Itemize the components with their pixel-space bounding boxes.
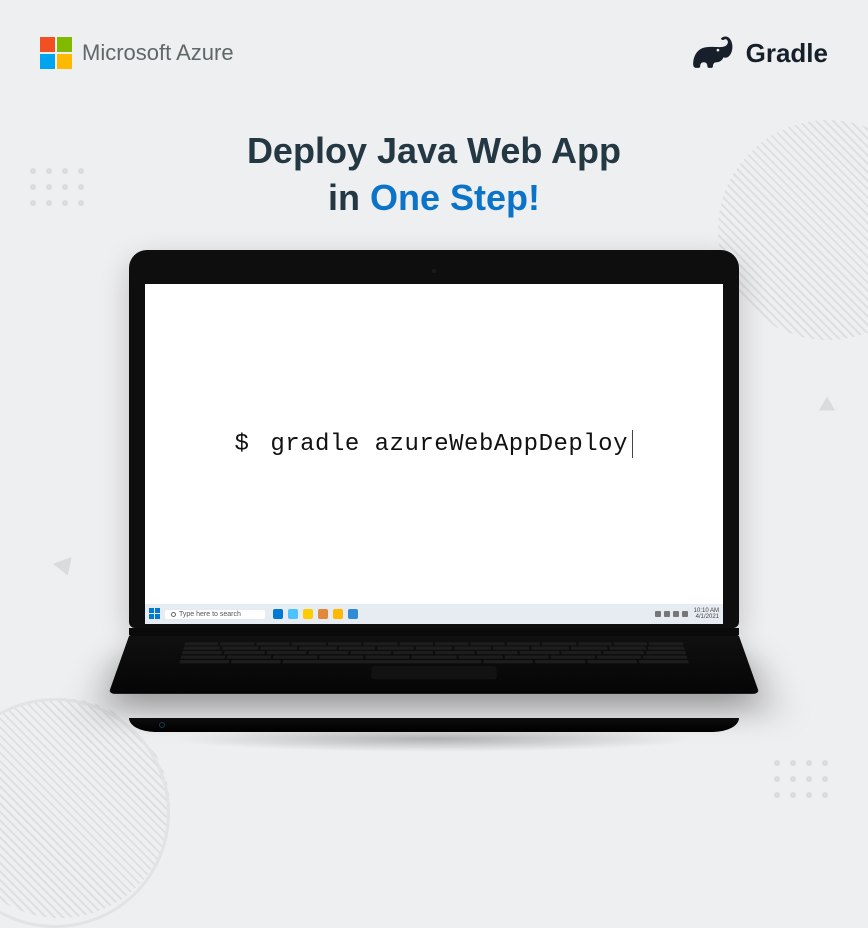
decorative-triangle-left xyxy=(53,557,77,579)
taskbar-search[interactable]: Type here to search xyxy=(165,610,265,619)
microsoft-icon xyxy=(40,37,72,69)
laptop-illustration: $ gradle azureWebAppDeploy Type here to … xyxy=(129,250,739,756)
decorative-triangle-right xyxy=(815,397,835,418)
search-placeholder: Type here to search xyxy=(179,611,241,618)
taskbar-clock[interactable]: 10:10 AM 4/1/2021 xyxy=(694,608,719,620)
decorative-dots-bottom-right xyxy=(774,760,828,798)
microsoft-azure-logo: Microsoft Azure xyxy=(40,37,234,69)
taskbar-app-icon[interactable] xyxy=(318,609,328,619)
gradle-logo: Gradle xyxy=(690,36,828,70)
laptop-screen: $ gradle azureWebAppDeploy Type here to … xyxy=(145,284,723,624)
taskbar-tray: 10:10 AM 4/1/2021 xyxy=(655,608,719,620)
heading-line-2: in One Step! xyxy=(0,175,868,222)
terminal-window: $ gradle azureWebAppDeploy xyxy=(145,284,723,604)
azure-label: Microsoft Azure xyxy=(82,40,234,66)
terminal-prompt: $ xyxy=(235,431,250,458)
laptop-camera xyxy=(145,268,723,274)
start-button[interactable] xyxy=(149,608,161,620)
terminal-cursor-icon xyxy=(632,430,634,458)
laptop-lid: $ gradle azureWebAppDeploy Type here to … xyxy=(129,250,739,628)
taskbar-pinned-apps xyxy=(273,609,358,619)
header: Microsoft Azure Gradle xyxy=(40,36,828,70)
laptop-hinge xyxy=(129,628,739,636)
tray-icon[interactable] xyxy=(682,611,688,617)
power-led-icon xyxy=(159,722,165,728)
taskbar-app-icon[interactable] xyxy=(348,609,358,619)
search-icon xyxy=(171,612,176,617)
heading-accent: One Step! xyxy=(370,177,540,218)
tray-icon[interactable] xyxy=(664,611,670,617)
laptop-trackpad xyxy=(371,666,497,679)
windows-taskbar: Type here to search xyxy=(145,604,723,624)
laptop-front-edge xyxy=(129,718,739,732)
heading-line-1: Deploy Java Web App xyxy=(0,128,868,175)
terminal-command: gradle azureWebAppDeploy xyxy=(270,431,628,458)
laptop-keyboard xyxy=(140,640,728,664)
page-heading: Deploy Java Web App in One Step! xyxy=(0,128,868,222)
tray-icon[interactable] xyxy=(655,611,661,617)
taskbar-app-icon[interactable] xyxy=(333,609,343,619)
taskbar-app-icon[interactable] xyxy=(288,609,298,619)
gradle-elephant-icon xyxy=(690,36,736,70)
laptop-base xyxy=(129,636,739,756)
taskbar-app-icon[interactable] xyxy=(303,609,313,619)
tray-icon[interactable] xyxy=(673,611,679,617)
gradle-label: Gradle xyxy=(746,38,828,69)
taskbar-app-icon[interactable] xyxy=(273,609,283,619)
